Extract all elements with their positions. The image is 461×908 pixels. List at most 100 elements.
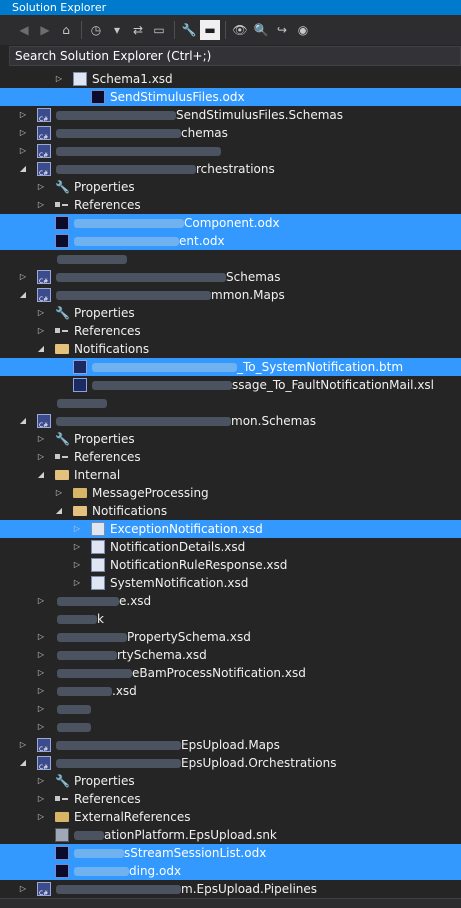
view-class-diagram-icon[interactable]: 🔍 xyxy=(251,20,271,40)
forward-icon[interactable]: ▶ xyxy=(35,20,55,40)
tree-item[interactable]: ◢ Notifications xyxy=(0,340,461,358)
pending-changes-filter-icon[interactable]: ◷ xyxy=(86,20,106,40)
tree-item[interactable]: ◢ mon.Schemas xyxy=(0,412,461,435)
collapsed-arrow-icon[interactable]: ▷ xyxy=(17,268,29,286)
collapse-all-icon[interactable]: ▭ xyxy=(149,20,169,40)
tree-item[interactable]: ▷ SendStimulusFiles.Schemas xyxy=(0,106,461,129)
collapsed-arrow-icon[interactable]: ▷ xyxy=(35,628,47,646)
search-input[interactable]: Search Solution Explorer (Ctrl+;) xyxy=(9,46,461,66)
tree-item[interactable]: ▷ 🔧 Properties xyxy=(0,178,461,196)
tree-item[interactable]: ▷ chemas xyxy=(0,124,461,147)
collapsed-arrow-icon[interactable]: ▷ xyxy=(35,790,47,808)
collapsed-arrow-icon[interactable]: ▷ xyxy=(17,106,29,124)
sync-with-document-icon[interactable]: ⇄ xyxy=(128,20,148,40)
tree-item[interactable]: ding.odx xyxy=(0,862,461,880)
expanded-arrow-icon[interactable]: ◢ xyxy=(17,412,29,430)
collapsed-arrow-icon[interactable]: ▷ xyxy=(71,574,83,592)
tree-item[interactable]: ationPlatform.EpsUpload.snk xyxy=(0,826,461,844)
redacted-text xyxy=(56,165,196,174)
tree-item[interactable]: ▷ Schema1.xsd xyxy=(0,70,461,88)
expanded-arrow-icon[interactable]: ◢ xyxy=(35,466,47,484)
tree-item[interactable]: ▷ 🔧 Properties xyxy=(0,304,461,322)
tree-item[interactable]: ▷ rtySchema.xsd xyxy=(0,646,461,664)
collapsed-arrow-icon[interactable]: ▷ xyxy=(53,70,65,88)
tree-item[interactable]: ▷ e.xsd xyxy=(0,592,461,610)
collapsed-arrow-icon[interactable]: ▷ xyxy=(35,196,47,214)
collapsed-arrow-icon[interactable]: ▷ xyxy=(71,556,83,574)
tree-item[interactable]: ▷ References xyxy=(0,196,461,214)
tree-item[interactable]: ▷ xyxy=(0,700,461,718)
expanded-arrow-icon[interactable]: ◢ xyxy=(17,754,29,772)
tree-item[interactable]: _To_SystemNotification.btm xyxy=(0,358,461,376)
tree-item[interactable]: ▷ ExceptionNotification.xsd xyxy=(0,520,461,538)
tree-item[interactable]: ▷ SystemNotification.xsd xyxy=(0,574,461,592)
tree-item[interactable]: ▷ 🔧 Properties xyxy=(0,430,461,448)
tree-item[interactable]: ◢ mmon.Maps xyxy=(0,286,461,309)
tree-item[interactable]: ◢ Internal xyxy=(0,466,461,484)
tree-item[interactable]: Component.odx xyxy=(0,214,461,232)
tree-item[interactable]: ▷ xyxy=(0,142,461,165)
home-icon[interactable]: ⌂ xyxy=(56,20,76,40)
tree-item[interactable]: ▷ MessageProcessing xyxy=(0,484,461,502)
tree-item-label: mmon.Maps xyxy=(211,288,285,302)
collapsed-arrow-icon[interactable]: ▷ xyxy=(35,772,47,790)
tree-item[interactable] xyxy=(0,250,461,268)
tree-item[interactable]: ▷ eBamProcessNotification.xsd xyxy=(0,664,461,682)
collapsed-arrow-icon[interactable]: ▷ xyxy=(35,448,47,466)
collapsed-arrow-icon[interactable]: ▷ xyxy=(35,430,47,448)
tree-item[interactable]: k xyxy=(0,610,461,628)
tree-item[interactable]: ssage_To_FaultNotificationMail.xsl xyxy=(0,376,461,394)
tree-item[interactable]: ▷ References xyxy=(0,448,461,466)
tree-item[interactable]: ▷ m.EpsUpload.Pipelines xyxy=(0,880,461,903)
tree-item[interactable]: ▷ xyxy=(0,718,461,736)
tree-item[interactable]: ▷ NotificationRuleResponse.xsd xyxy=(0,556,461,574)
collapsed-arrow-icon[interactable]: ▷ xyxy=(71,520,83,538)
tree-item[interactable]: SendStimulusFiles.odx xyxy=(0,88,461,106)
collapsed-arrow-icon[interactable]: ▷ xyxy=(17,880,29,898)
tree-item[interactable]: ▷ ExternalReferences xyxy=(0,808,461,826)
collapsed-arrow-icon[interactable]: ▷ xyxy=(35,304,47,322)
refresh-icon[interactable]: ◉ xyxy=(293,20,313,40)
tree-item[interactable]: ◢ rchestrations xyxy=(0,160,461,183)
preview-selected-items-icon[interactable]: 👁 xyxy=(230,20,250,40)
collapsed-arrow-icon[interactable]: ▷ xyxy=(53,484,65,502)
collapsed-arrow-icon[interactable]: ▷ xyxy=(35,700,47,718)
expanded-arrow-icon[interactable]: ◢ xyxy=(53,502,65,520)
dropdown-chevron-icon[interactable]: ▾ xyxy=(107,20,127,40)
back-icon[interactable]: ◀ xyxy=(14,20,34,40)
tree-item[interactable]: ◢ Notifications xyxy=(0,502,461,520)
tree-item[interactable]: ▷ EpsUpload.Maps xyxy=(0,736,461,759)
collapsed-arrow-icon[interactable]: ▷ xyxy=(35,664,47,682)
collapsed-arrow-icon[interactable]: ▷ xyxy=(35,592,47,610)
tree-item-label: References xyxy=(74,324,141,338)
project-icon xyxy=(37,144,51,165)
collapsed-arrow-icon[interactable]: ▷ xyxy=(35,322,47,340)
collapsed-arrow-icon[interactable]: ▷ xyxy=(35,718,47,736)
collapsed-arrow-icon[interactable]: ▷ xyxy=(17,142,29,160)
collapsed-arrow-icon[interactable]: ▷ xyxy=(17,736,29,754)
orchestration-icon xyxy=(55,234,69,248)
tree-item[interactable]: ▷ Schemas xyxy=(0,268,461,291)
open-folder-icon[interactable]: ↪ xyxy=(272,20,292,40)
expanded-arrow-icon[interactable]: ◢ xyxy=(17,286,29,304)
tree-item[interactable]: ▷ 🔧 Properties xyxy=(0,772,461,790)
properties-wrench-icon[interactable]: 🔧 xyxy=(179,20,199,40)
tree-item[interactable]: ▷ .xsd xyxy=(0,682,461,700)
expanded-arrow-icon[interactable]: ◢ xyxy=(35,340,47,358)
collapsed-arrow-icon[interactable]: ▷ xyxy=(35,682,47,700)
tree-item[interactable]: ▷ PropertySchema.xsd xyxy=(0,628,461,646)
collapsed-arrow-icon[interactable]: ▷ xyxy=(35,646,47,664)
tree-item[interactable] xyxy=(0,394,461,412)
tree-item[interactable]: ▷ NotificationDetails.xsd xyxy=(0,538,461,556)
show-all-files-icon[interactable]: ▬ xyxy=(200,20,220,40)
tree-item[interactable]: ent.odx xyxy=(0,232,461,250)
tree-item[interactable]: ▷ References xyxy=(0,322,461,340)
expanded-arrow-icon[interactable]: ◢ xyxy=(17,160,29,178)
collapsed-arrow-icon[interactable]: ▷ xyxy=(71,538,83,556)
tree-item[interactable]: ▷ References xyxy=(0,790,461,808)
collapsed-arrow-icon[interactable]: ▷ xyxy=(35,178,47,196)
tree-item[interactable]: sStreamSessionList.odx xyxy=(0,844,461,862)
collapsed-arrow-icon[interactable]: ▷ xyxy=(17,124,29,142)
collapsed-arrow-icon[interactable]: ▷ xyxy=(35,808,47,826)
tree-item[interactable]: ◢ EpsUpload.Orchestrations xyxy=(0,754,461,777)
